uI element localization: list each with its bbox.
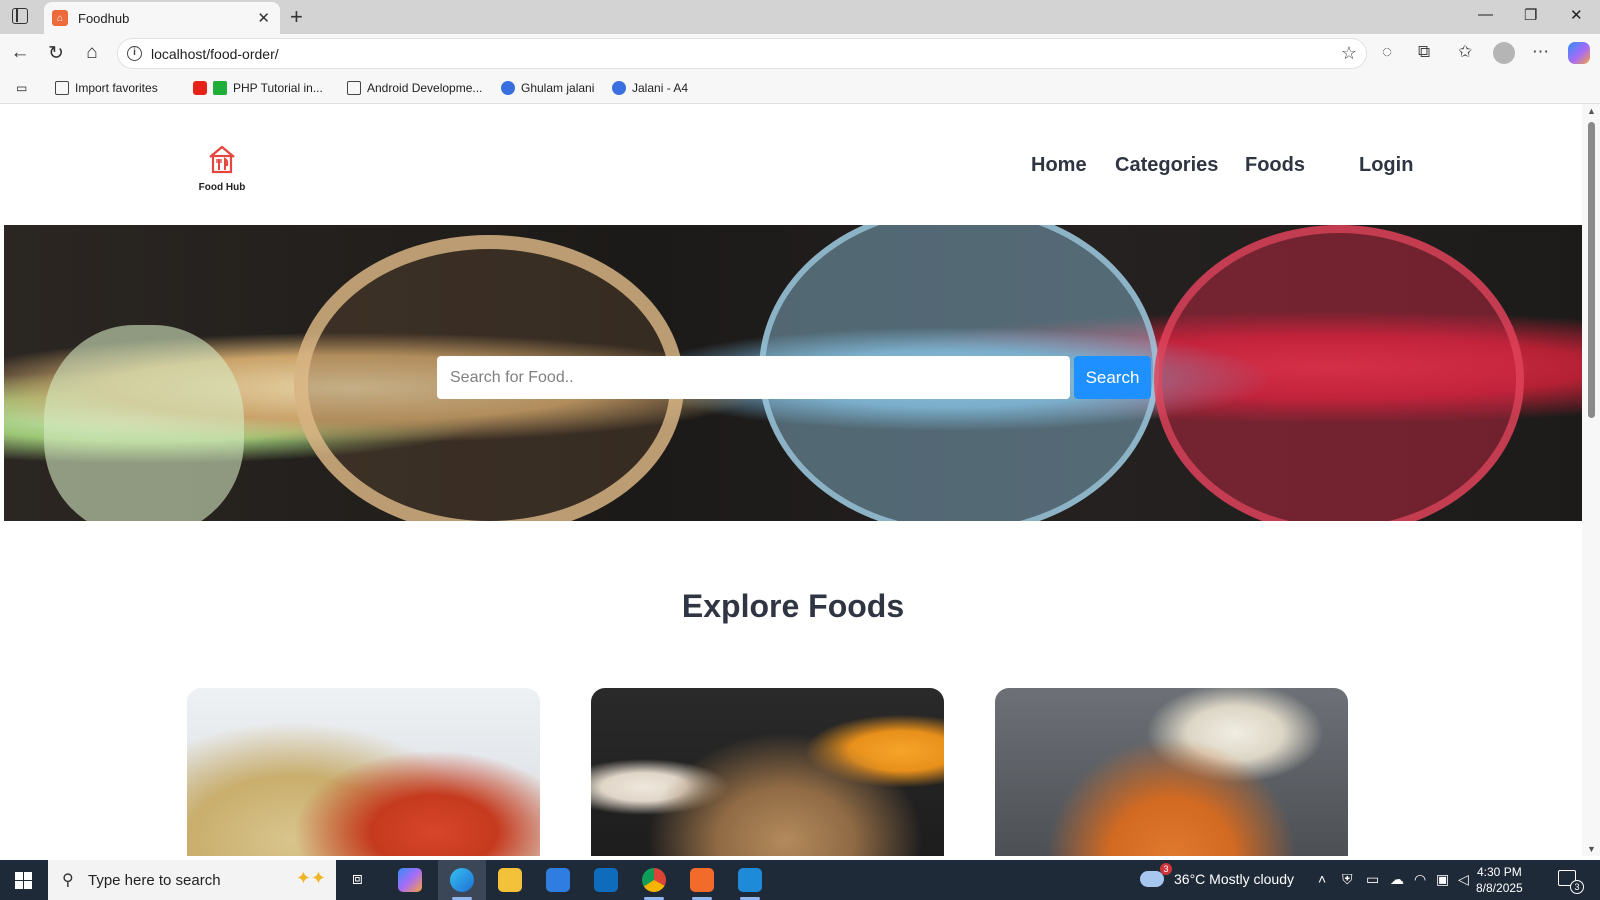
browser-toolbar: ← ↻ ⌂ i localhost/food-order/ ☆ ◌ ⧉ ✩ ⋯ <box>0 34 1600 74</box>
bok-choy-image <box>44 325 244 521</box>
refresh-icon[interactable]: ↻ <box>44 42 68 65</box>
weather-text: 36°C Mostly cloudy <box>1174 871 1294 887</box>
food-card-rolls-image[interactable] <box>591 688 944 856</box>
minimize-button[interactable]: — <box>1478 6 1493 23</box>
onedrive-icon[interactable]: ☁ <box>1390 871 1404 888</box>
browser-tab[interactable]: ⌂ Foodhub ✕ <box>44 2 280 34</box>
address-bar[interactable]: i localhost/food-order/ ☆ <box>117 38 1367 69</box>
bookmark-label: Import favorites <box>75 81 158 95</box>
extensions-icon[interactable]: ⧉ <box>1418 42 1430 62</box>
food-search-hero: Search <box>4 225 1582 521</box>
momos-plate-image <box>1154 225 1524 521</box>
search-highlight-icon: ✦✦ <box>295 868 326 888</box>
system-clock[interactable]: 4:30 PM 8/8/2025 <box>1476 864 1523 896</box>
reading-list-icon[interactable]: ▭ <box>16 81 27 95</box>
notification-count: 3 <box>1570 880 1584 894</box>
nav-login[interactable]: Login <box>1359 154 1413 177</box>
clock-time: 4:30 PM <box>1477 865 1522 879</box>
home-icon[interactable]: ⌂ <box>80 42 104 64</box>
site-favicon-icon: ⌂ <box>52 10 68 26</box>
bookmark-ghulam-jalani[interactable]: Ghulam jalani <box>501 81 594 95</box>
more-options-icon[interactable]: ⋯ <box>1532 42 1549 62</box>
nav-home[interactable]: Home <box>1031 154 1087 177</box>
clock-date: 8/8/2025 <box>1476 881 1523 895</box>
folder-icon <box>347 81 361 95</box>
volume-icon[interactable]: ◁ <box>1458 871 1469 888</box>
show-hidden-icons-icon[interactable]: ˄ <box>1318 871 1326 887</box>
tab-actions-icon[interactable] <box>12 8 28 24</box>
bookmark-label: Ghulam jalani <box>521 81 595 95</box>
bookmarks-bar: ▭ Import favorites PHP Tutorial in... An… <box>0 74 1600 104</box>
site-info-icon[interactable]: i <box>127 46 142 61</box>
microsoft-store-icon[interactable] <box>546 868 570 892</box>
bookmark-jalani-a4[interactable]: Jalani - A4 <box>612 81 688 95</box>
nav-categories[interactable]: Categories <box>1115 154 1218 177</box>
chrome-icon[interactable] <box>642 868 666 892</box>
site-logo[interactable]: Food Hub <box>197 144 247 193</box>
security-shield-icon[interactable]: ⛨ <box>1342 871 1353 888</box>
back-icon[interactable]: ← <box>8 42 32 64</box>
vscode-icon[interactable] <box>738 868 762 892</box>
import-icon <box>55 81 69 95</box>
bookmark-import-favorites[interactable]: Import favorites <box>55 81 158 95</box>
edge-icon <box>612 81 626 95</box>
edge-icon <box>501 81 515 95</box>
bookmark-android-development[interactable]: Android Developme... <box>347 81 482 95</box>
scroll-thumb[interactable] <box>1588 122 1595 418</box>
edge-taskbar-icon[interactable] <box>450 868 474 892</box>
search-button[interactable]: Search <box>1074 356 1151 399</box>
bookmark-label: Jalani - A4 <box>632 81 689 95</box>
tracking-icon[interactable]: ◌ <box>1382 42 1392 62</box>
food-search-form: Search <box>437 356 1151 399</box>
windows-taskbar: ⚲ Type here to search ✦✦ ⧈ 3 36°C Mostly… <box>0 860 1600 900</box>
checkmark-icon <box>213 81 227 95</box>
youtube-icon <box>193 81 207 95</box>
profile-avatar-icon[interactable] <box>1493 42 1515 64</box>
tab-close-icon[interactable]: ✕ <box>257 9 270 27</box>
cloudy-weather-icon <box>1140 871 1164 887</box>
xampp-icon[interactable] <box>690 868 714 892</box>
food-search-input[interactable] <box>437 356 1070 399</box>
new-tab-button[interactable]: + <box>290 4 303 30</box>
weather-badge: 3 <box>1160 863 1172 875</box>
bookmark-label: Android Developme... <box>367 81 483 95</box>
page-scrollbar[interactable]: ▲ ▼ <box>1582 104 1600 856</box>
food-card-curry-image[interactable] <box>995 688 1348 856</box>
food-card-fried-rice-image[interactable] <box>187 688 540 856</box>
copilot-taskbar-icon[interactable] <box>398 868 422 892</box>
logo-text: Food Hub <box>198 182 246 193</box>
scroll-down-icon[interactable]: ▼ <box>1587 844 1596 854</box>
url-text[interactable]: localhost/food-order/ <box>151 46 279 62</box>
food-hub-logo-icon <box>209 145 235 174</box>
tab-strip: ⌂ Foodhub ✕ + — ❐ ✕ <box>0 0 1600 34</box>
nav-foods[interactable]: Foods <box>1245 154 1305 177</box>
weather-widget[interactable]: 3 36°C Mostly cloudy <box>1140 863 1294 887</box>
copilot-icon[interactable] <box>1568 42 1590 64</box>
site-header: Food Hub Home Categories Foods Login <box>4 104 1582 225</box>
favorites-icon[interactable]: ✩ <box>1458 42 1472 62</box>
scroll-up-icon[interactable]: ▲ <box>1587 106 1596 116</box>
bookmark-php-tutorial[interactable]: PHP Tutorial in... <box>193 81 323 95</box>
favorite-star-icon[interactable]: ☆ <box>1341 43 1357 64</box>
restore-button[interactable]: ❐ <box>1524 6 1537 24</box>
display-icon[interactable]: ▣ <box>1436 871 1449 888</box>
outlook-icon[interactable] <box>594 868 618 892</box>
windows-start-icon[interactable] <box>15 872 32 889</box>
bookmark-label: PHP Tutorial in... <box>233 81 323 95</box>
taskbar-search-box[interactable]: ⚲ Type here to search ✦✦ <box>48 860 336 900</box>
tab-title: Foodhub <box>78 10 130 26</box>
wifi-icon[interactable]: ◠ <box>1414 871 1426 888</box>
close-window-button[interactable]: ✕ <box>1570 6 1583 24</box>
file-explorer-icon[interactable] <box>498 868 522 892</box>
explore-foods-heading: Explore Foods <box>681 588 905 624</box>
task-view-icon[interactable]: ⧈ <box>352 869 363 889</box>
battery-icon[interactable]: ▭ <box>1366 871 1379 888</box>
page-viewport: Food Hub Home Categories Foods Login Sea… <box>4 104 1582 856</box>
search-icon: ⚲ <box>62 872 74 889</box>
taskbar-search-placeholder: Type here to search <box>88 872 221 889</box>
